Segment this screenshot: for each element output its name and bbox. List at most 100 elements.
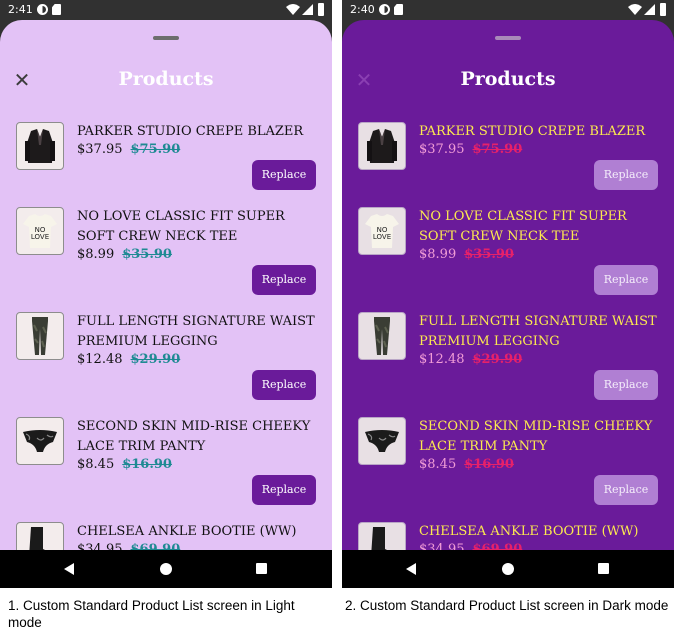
product-list-item: CHELSEA ANKLE BOOTIE (WW) $34.95 $69.90 bbox=[0, 522, 332, 550]
product-name: SECOND SKIN MID-RISE CHEEKY LACE TRIM PA… bbox=[419, 419, 653, 454]
product-prices: $34.95 $69.90 bbox=[77, 542, 180, 550]
phone-screen-light: 2:41 ✕ Products PARKER STUDIO CREPE BLAZ… bbox=[0, 0, 332, 588]
battery-icon bbox=[660, 3, 666, 16]
bottom-sheet: ✕ Products PARKER STUDIO CREPE BLAZER $37… bbox=[0, 20, 332, 550]
sheet-title: Products bbox=[460, 68, 556, 90]
product-price: $8.45 bbox=[419, 457, 457, 472]
product-price: $37.95 bbox=[419, 142, 465, 157]
tee-icon: NO LOVE bbox=[358, 207, 406, 255]
product-original-price: $16.90 bbox=[464, 457, 514, 472]
product-prices: $37.95 $75.90 bbox=[77, 142, 180, 157]
recents-icon[interactable] bbox=[598, 563, 609, 574]
product-prices: $12.48 $29.90 bbox=[419, 352, 522, 367]
home-icon[interactable] bbox=[502, 563, 514, 575]
sheet-title: Products bbox=[118, 68, 214, 90]
signal-icon bbox=[644, 4, 655, 15]
legging-icon bbox=[16, 312, 64, 360]
product-original-price: $75.90 bbox=[472, 142, 523, 157]
navigation-bar bbox=[342, 550, 674, 588]
product-name: PARKER STUDIO CREPE BLAZER bbox=[77, 124, 304, 139]
product-prices: $12.48 $29.90 bbox=[77, 352, 180, 367]
replace-button[interactable]: Replace bbox=[252, 475, 316, 505]
bootie-icon bbox=[16, 522, 64, 550]
home-icon[interactable] bbox=[160, 563, 172, 575]
product-price: $34.95 bbox=[77, 542, 123, 550]
product-original-price: $29.90 bbox=[472, 352, 523, 367]
status-time: 2:40 bbox=[350, 3, 375, 16]
legging-icon bbox=[358, 312, 406, 360]
sd-card-icon bbox=[394, 4, 403, 15]
product-original-price: $16.90 bbox=[122, 457, 172, 472]
replace-button[interactable]: Replace bbox=[594, 160, 658, 190]
product-price: $12.48 bbox=[419, 352, 465, 367]
product-prices: $34.95 $69.90 bbox=[419, 542, 522, 550]
replace-button[interactable]: Replace bbox=[594, 265, 658, 295]
replace-button[interactable]: Replace bbox=[252, 265, 316, 295]
product-price: $8.99 bbox=[77, 247, 115, 262]
product-list-item: CHELSEA ANKLE BOOTIE (WW) $34.95 $69.90 bbox=[342, 522, 674, 550]
bootie-icon bbox=[358, 522, 406, 550]
sd-card-icon bbox=[52, 4, 61, 15]
bottom-sheet: ✕ Products PARKER STUDIO CREPE BLAZER $37… bbox=[342, 20, 674, 550]
data-saver-icon bbox=[379, 4, 390, 15]
caption-light: 1. Custom Standard Product List screen i… bbox=[8, 598, 295, 630]
product-name: CHELSEA ANKLE BOOTIE (WW) bbox=[77, 524, 297, 539]
product-name: FULL LENGTH SIGNATURE WAIST PREMIUM LEGG… bbox=[419, 314, 657, 349]
signal-icon bbox=[302, 4, 313, 15]
product-price: $34.95 bbox=[419, 542, 465, 550]
blazer-icon bbox=[358, 122, 406, 170]
product-list-item: NO LOVE NO LOVE CLASSIC FIT SUPER SOFT CRE… bbox=[0, 207, 332, 307]
panty-icon bbox=[16, 417, 64, 465]
replace-button[interactable]: Replace bbox=[252, 160, 316, 190]
replace-button[interactable]: Replace bbox=[594, 475, 658, 505]
tee-icon: NO LOVE bbox=[16, 207, 64, 255]
back-icon[interactable] bbox=[64, 563, 74, 575]
product-name: CHELSEA ANKLE BOOTIE (WW) bbox=[419, 524, 639, 539]
product-list-item: NO LOVE NO LOVE CLASSIC FIT SUPER SOFT CRE… bbox=[342, 207, 674, 307]
product-name: NO LOVE CLASSIC FIT SUPER SOFT CREW NECK… bbox=[419, 209, 627, 244]
battery-icon bbox=[318, 3, 324, 16]
drag-handle[interactable] bbox=[495, 36, 521, 40]
product-list-item: SECOND SKIN MID-RISE CHEEKY LACE TRIM PA… bbox=[342, 417, 674, 517]
product-price: $8.99 bbox=[419, 247, 457, 262]
product-prices: $8.99 $35.90 bbox=[77, 247, 172, 262]
wifi-icon bbox=[628, 4, 642, 15]
product-name: SECOND SKIN MID-RISE CHEEKY LACE TRIM PA… bbox=[77, 419, 311, 454]
drag-handle[interactable] bbox=[153, 36, 179, 40]
product-prices: $8.45 $16.90 bbox=[77, 457, 172, 472]
status-bar: 2:41 bbox=[0, 0, 332, 20]
data-saver-icon bbox=[37, 4, 48, 15]
status-time: 2:41 bbox=[8, 3, 33, 16]
product-name: NO LOVE CLASSIC FIT SUPER SOFT CREW NECK… bbox=[77, 209, 285, 244]
replace-button[interactable]: Replace bbox=[252, 370, 316, 400]
product-price: $8.45 bbox=[77, 457, 115, 472]
product-list-item: SECOND SKIN MID-RISE CHEEKY LACE TRIM PA… bbox=[0, 417, 332, 517]
product-list-item: FULL LENGTH SIGNATURE WAIST PREMIUM LEGG… bbox=[0, 312, 332, 412]
svg-text:LOVE: LOVE bbox=[373, 233, 391, 241]
product-original-price: $69.90 bbox=[472, 542, 523, 550]
blazer-icon bbox=[16, 122, 64, 170]
product-prices: $37.95 $75.90 bbox=[419, 142, 522, 157]
product-original-price: $35.90 bbox=[464, 247, 514, 262]
product-original-price: $29.90 bbox=[130, 352, 181, 367]
caption-dark: 2. Custom Standard Product List screen i… bbox=[345, 598, 669, 613]
product-name: FULL LENGTH SIGNATURE WAIST PREMIUM LEGG… bbox=[77, 314, 315, 349]
phone-screen-dark: 2:40 ✕ Products PARKER STUDIO CREPE BLAZ… bbox=[342, 0, 674, 588]
product-name: PARKER STUDIO CREPE BLAZER bbox=[419, 124, 646, 139]
recents-icon[interactable] bbox=[256, 563, 267, 574]
wifi-icon bbox=[286, 4, 300, 15]
back-icon[interactable] bbox=[406, 563, 416, 575]
status-bar: 2:40 bbox=[342, 0, 674, 20]
product-price: $12.48 bbox=[77, 352, 123, 367]
product-original-price: $35.90 bbox=[122, 247, 172, 262]
product-original-price: $69.90 bbox=[130, 542, 181, 550]
product-prices: $8.99 $35.90 bbox=[419, 247, 514, 262]
svg-text:LOVE: LOVE bbox=[31, 233, 49, 241]
replace-button[interactable]: Replace bbox=[594, 370, 658, 400]
product-price: $37.95 bbox=[77, 142, 123, 157]
product-original-price: $75.90 bbox=[130, 142, 181, 157]
product-list-item: FULL LENGTH SIGNATURE WAIST PREMIUM LEGG… bbox=[342, 312, 674, 412]
product-prices: $8.45 $16.90 bbox=[419, 457, 514, 472]
panty-icon bbox=[358, 417, 406, 465]
navigation-bar bbox=[0, 550, 332, 588]
